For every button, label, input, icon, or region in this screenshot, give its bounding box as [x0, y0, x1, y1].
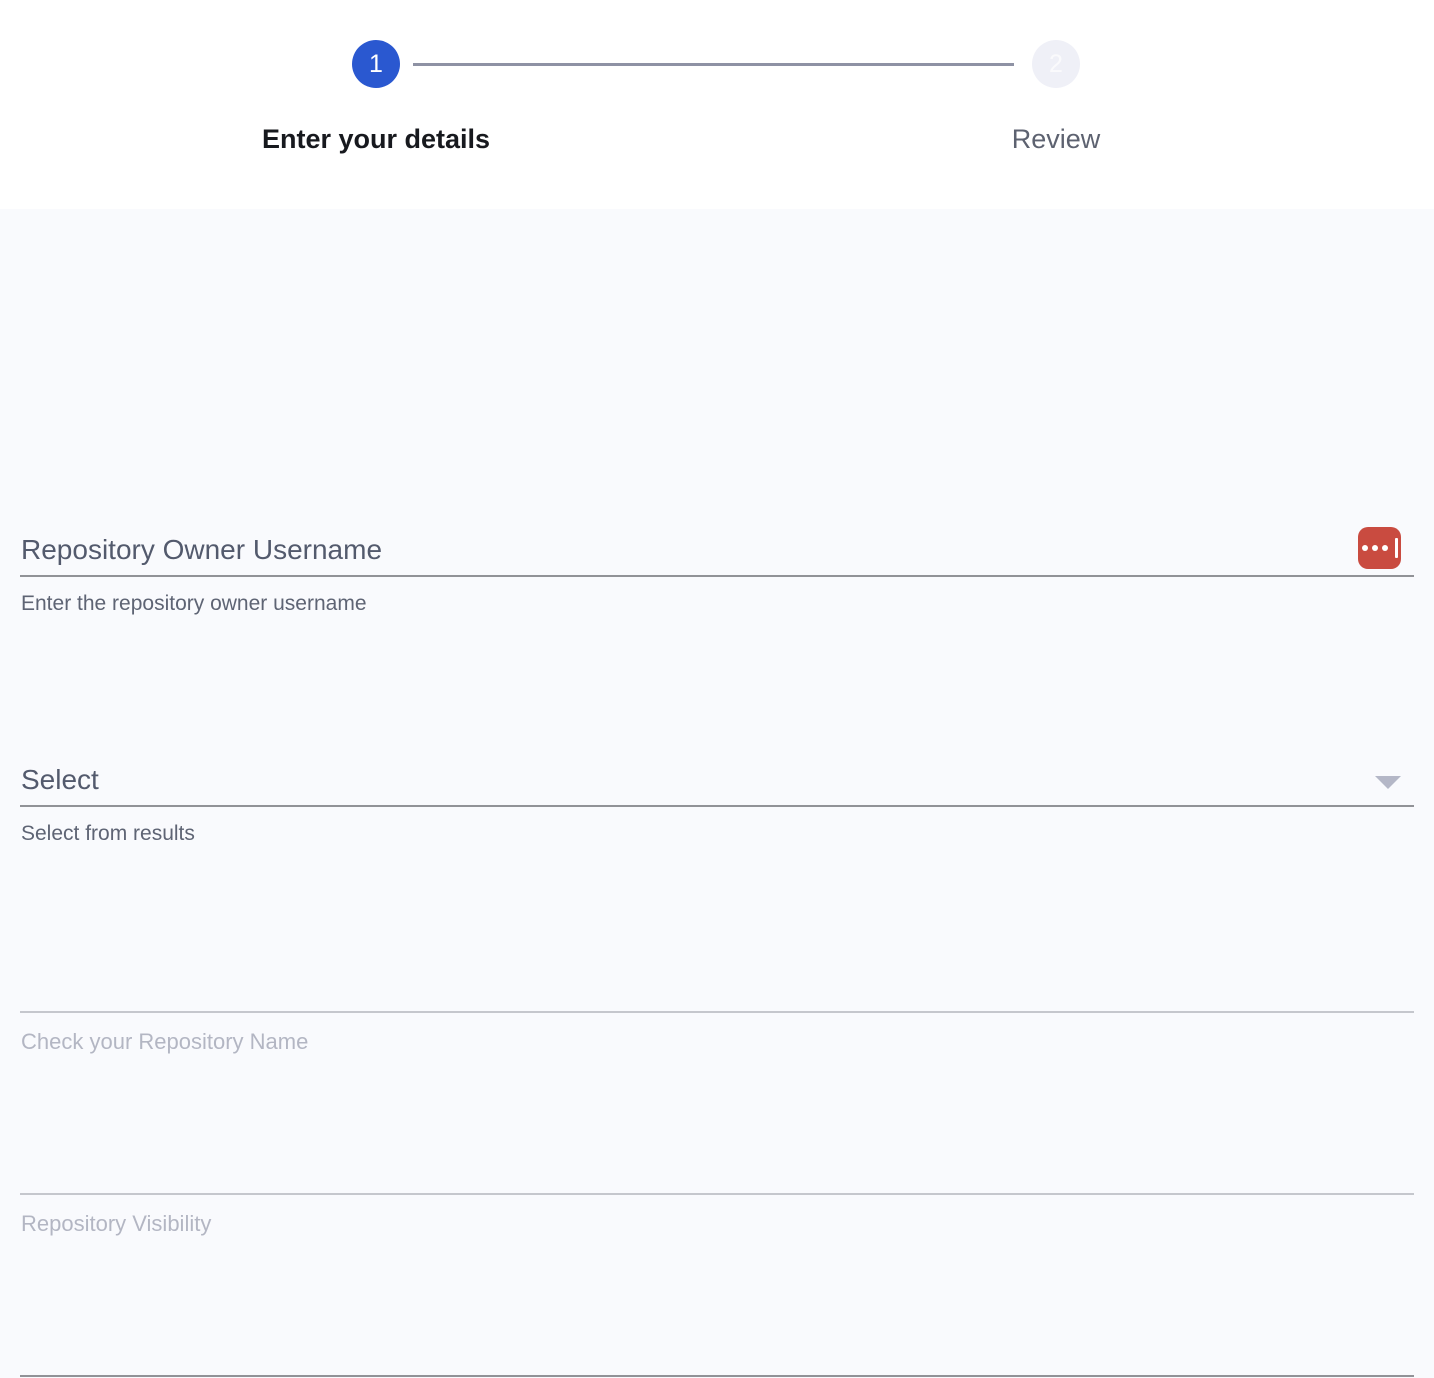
step-2-number: 2: [1049, 50, 1063, 79]
repository-owner-username-helper: Enter the repository owner username: [20, 592, 1414, 616]
stepper: 1 2 Enter your details Review: [0, 0, 1434, 209]
field-repository-owner-username[interactable]: Repository Owner Username Enter the repo…: [20, 533, 1414, 616]
field-select-dropdown[interactable]: Select Select from results: [20, 763, 1414, 846]
repository-owner-username-input[interactable]: Repository Owner Username: [20, 533, 1414, 567]
step-2-label: Review: [856, 124, 1256, 155]
field-repository-visibility[interactable]: Repository Visibility: [20, 1193, 1414, 1237]
step-2-indicator[interactable]: 2: [1032, 40, 1080, 88]
step-1-number: 1: [369, 50, 383, 79]
field-repository-name[interactable]: Check your Repository Name: [20, 1011, 1414, 1055]
step-1-indicator[interactable]: 1: [352, 40, 400, 88]
chevron-down-icon[interactable]: [1375, 776, 1401, 789]
field-underline: [20, 1375, 1414, 1377]
step-1-label: Enter your details: [176, 124, 576, 155]
form-panel: Repository Owner Username Enter the repo…: [0, 209, 1434, 1378]
password-manager-glyph: [1362, 538, 1398, 558]
field-underline: [20, 1011, 1414, 1013]
field-underline: [20, 805, 1414, 807]
repository-visibility-helper: Repository Visibility: [20, 1211, 1414, 1237]
repository-name-helper: Check your Repository Name: [20, 1029, 1414, 1055]
select-dropdown-helper: Select from results: [20, 822, 1414, 846]
stepper-connector-line: [413, 63, 1014, 66]
password-manager-icon[interactable]: [1358, 527, 1401, 569]
select-dropdown-value[interactable]: Select: [20, 763, 1414, 797]
wizard-screen: 1 2 Enter your details Review Repository…: [0, 0, 1434, 1378]
field-underline: [20, 1193, 1414, 1195]
field-underline: [20, 575, 1414, 577]
